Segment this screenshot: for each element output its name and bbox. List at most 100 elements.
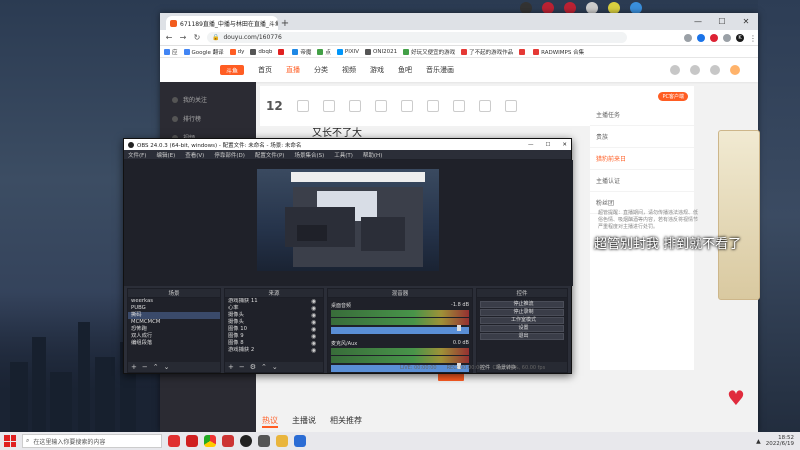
bookmark-item[interactable]: RADWIMPS 合集 [533, 48, 584, 56]
app-icon[interactable] [186, 435, 198, 447]
back-icon[interactable]: ← [165, 33, 173, 42]
obs-maximize-button[interactable]: ☐ [545, 142, 550, 148]
scene-item[interactable]: weerkas [128, 298, 220, 305]
nav-home[interactable]: 首页 [258, 65, 272, 75]
bookmark-item[interactable]: 好玩又便宜的游戏 [403, 48, 455, 56]
nav-music[interactable]: 音乐漫画 [426, 65, 454, 75]
obs-close-button[interactable]: ✕ [562, 142, 567, 148]
menu-scene-collection[interactable]: 场景集合(S) [294, 151, 324, 159]
chart-icon[interactable] [322, 100, 335, 112]
up-icon[interactable]: ⌃ [261, 363, 267, 371]
app-icon[interactable] [294, 435, 306, 447]
bookmark-item[interactable]: PIXIV [336, 48, 359, 55]
add-icon[interactable]: + [228, 363, 234, 371]
bookmark-item[interactable]: 帝魔 [292, 48, 311, 56]
menu-view[interactable]: 查看(V) [185, 151, 204, 159]
volume-slider[interactable] [331, 325, 469, 334]
side-advertisement[interactable] [718, 130, 760, 300]
clock[interactable]: 18:52 2022/6/19 [766, 435, 794, 447]
bookmark-item[interactable]: dbqb [250, 48, 272, 55]
stop-streaming-button[interactable]: 停止推流 [480, 301, 564, 308]
browser-tab[interactable]: 671189直播_中播与林田在直播_斗鱼... × [166, 16, 278, 30]
rank-row[interactable]: 主播任务 [590, 104, 694, 126]
source-item[interactable]: 摄像头 ◉ [225, 312, 323, 319]
gift-icon[interactable] [296, 100, 309, 112]
scene-item[interactable]: MCMCMCM [128, 319, 220, 326]
scene-item[interactable]: 撕码 [128, 312, 220, 319]
nav-category[interactable]: 分类 [314, 65, 328, 75]
new-tab-button[interactable]: + [278, 16, 292, 30]
eye-icon[interactable]: ◉ [311, 347, 323, 354]
reload-icon[interactable]: ↻ [193, 33, 201, 42]
sidebar-item[interactable]: 排行榜 [160, 109, 256, 128]
scene-item[interactable]: 编组段落 [128, 340, 220, 347]
exit-button[interactable]: 退出 [480, 333, 564, 340]
tab-related[interactable]: 相关推荐 [330, 415, 362, 428]
douyu-logo[interactable]: 斗鱼 [220, 65, 244, 75]
remove-icon[interactable]: − [239, 363, 245, 371]
badge-icon[interactable] [400, 100, 413, 112]
source-item[interactable]: 图像 10 ◉ [225, 326, 323, 333]
down-icon[interactable]: ⌄ [272, 363, 278, 371]
bookmark-item[interactable]: 了不起的游戏作品 [461, 48, 513, 56]
eye-icon[interactable]: ◉ [311, 319, 323, 326]
profile-avatar[interactable]: K [736, 33, 744, 42]
pc-client-button[interactable]: PC客户端 [658, 92, 688, 101]
sidebar-item[interactable]: 我的关注 [160, 90, 256, 109]
menu-tools[interactable]: 工具(T) [334, 151, 353, 159]
studio-mode-button[interactable]: 工作室模式 [480, 317, 564, 324]
puzzle-icon[interactable] [723, 33, 731, 42]
nav-yuba[interactable]: 鱼吧 [398, 65, 412, 75]
bookmark-item[interactable]: Google 翻译 [183, 48, 224, 56]
menu-file[interactable]: 文件(F) [128, 151, 146, 159]
source-item[interactable]: 图像 9 ◉ [225, 333, 323, 340]
address-bar[interactable]: 🔒 douyu.com/160776 [207, 32, 627, 43]
scene-item[interactable]: 恐怖跑 [128, 326, 220, 333]
source-item[interactable]: 图像 8 ◉ [225, 340, 323, 347]
tab-streamer[interactable]: 主播说 [292, 415, 316, 428]
extension-icon[interactable] [710, 33, 718, 42]
rank-row[interactable]: 贵族 [590, 126, 694, 148]
maximize-button[interactable]: ☐ [710, 13, 734, 30]
nav-live[interactable]: 直播 [286, 65, 300, 75]
menu-icon[interactable]: ⋮ [749, 34, 757, 43]
scene-item[interactable]: PUBG [128, 305, 220, 312]
eye-icon[interactable]: ◉ [311, 298, 323, 305]
share-icon[interactable] [684, 33, 692, 42]
nav-video[interactable]: 视频 [342, 65, 356, 75]
download-icon[interactable] [710, 65, 720, 75]
source-item[interactable]: 摄像头 ◉ [225, 319, 323, 326]
menu-docks[interactable]: 停靠部件(D) [214, 151, 245, 159]
forward-icon[interactable]: → [179, 33, 187, 42]
close-button[interactable]: ✕ [734, 13, 758, 30]
eye-icon[interactable]: ◉ [311, 326, 323, 333]
network-icon[interactable]: ▲ [756, 438, 761, 445]
up-icon[interactable]: ⌃ [153, 363, 159, 371]
obs-minimize-button[interactable]: — [528, 142, 534, 148]
eye-icon[interactable]: ◉ [311, 312, 323, 319]
source-item[interactable]: 游戏捕获 2 ◉ [225, 347, 323, 354]
app-icon[interactable] [168, 435, 180, 447]
heart-icon[interactable]: ♥ [727, 388, 745, 408]
tab-hot[interactable]: 热议 [262, 415, 278, 428]
shield-icon[interactable] [426, 100, 439, 112]
trophy-icon[interactable] [374, 100, 387, 112]
history-icon[interactable] [670, 65, 680, 75]
folder-icon[interactable] [276, 435, 288, 447]
obs-icon[interactable] [240, 435, 252, 447]
eye-icon[interactable]: ◉ [311, 333, 323, 340]
nav-game[interactable]: 游戏 [370, 65, 384, 75]
bookmark-item[interactable]: dy [229, 48, 244, 55]
minimize-button[interactable]: — [686, 13, 710, 30]
source-item[interactable]: 心率 ◉ [225, 305, 323, 312]
star-icon[interactable] [697, 33, 705, 42]
source-item[interactable]: 游戏捕获 11 ◉ [225, 298, 323, 305]
bookmark-item[interactable] [278, 48, 286, 55]
message-icon[interactable] [690, 65, 700, 75]
add-icon[interactable]: + [131, 363, 137, 371]
bookmark-item[interactable] [519, 48, 527, 55]
gear-icon[interactable]: ⚙ [250, 363, 256, 371]
gift2-icon[interactable] [452, 100, 465, 112]
bookmark-item[interactable]: 点 [317, 48, 331, 56]
rank-row[interactable]: 主播认证 [590, 170, 694, 192]
